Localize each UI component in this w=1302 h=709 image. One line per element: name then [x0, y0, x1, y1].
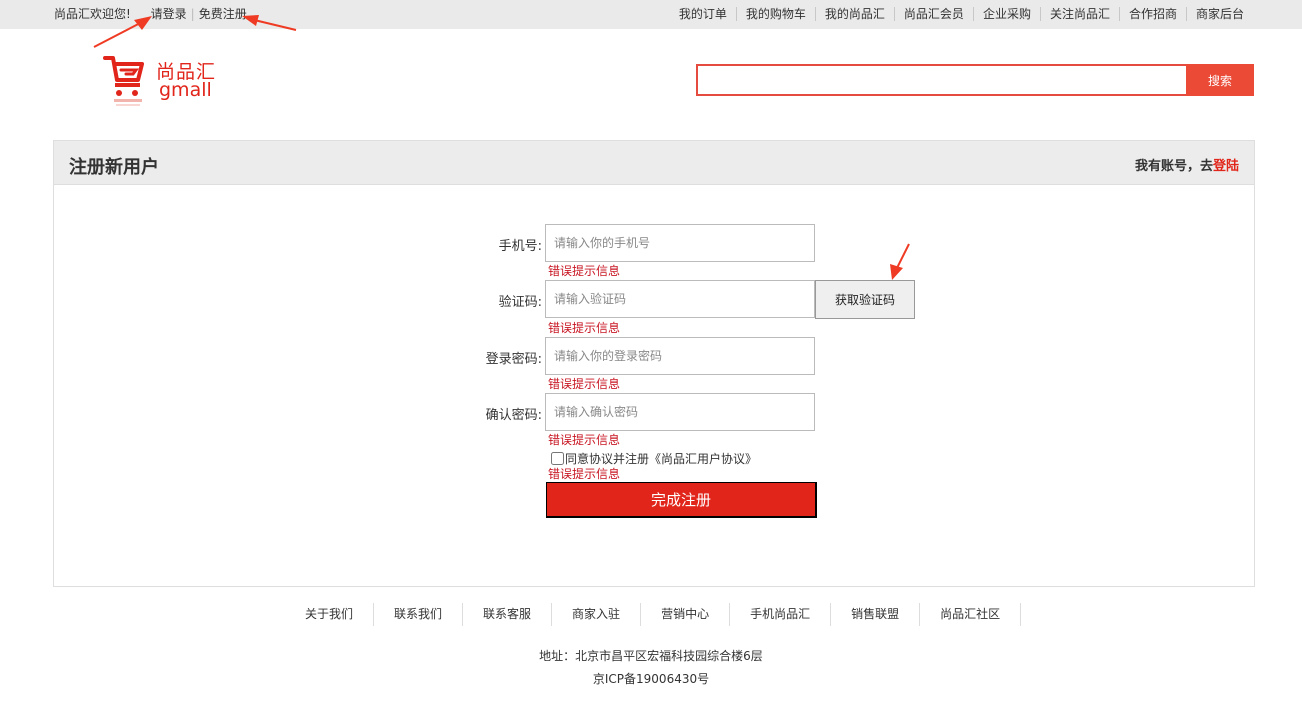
- nav-follow[interactable]: 关注尚品汇: [1039, 7, 1119, 21]
- confirm-password-error: 错误提示信息: [548, 433, 621, 447]
- code-label: 验证码:: [498, 295, 542, 310]
- nav-my-cart[interactable]: 我的购物车: [735, 7, 815, 21]
- shopping-cart-icon: [103, 56, 144, 106]
- search-input[interactable]: [698, 66, 1186, 94]
- agree-checkbox[interactable]: [551, 452, 564, 465]
- confirm-password-label: 确认密码:: [485, 408, 542, 423]
- nav-member[interactable]: 尚品汇会员: [893, 7, 973, 21]
- footer-link-marketing[interactable]: 营销中心: [641, 603, 731, 626]
- nav-my-gmall[interactable]: 我的尚品汇: [814, 7, 894, 21]
- get-code-button[interactable]: 获取验证码: [815, 280, 915, 319]
- footer-address: 地址：北京市昌平区宏福科技园综合楼6层: [539, 649, 763, 663]
- welcome-text: 尚品汇欢迎您!: [54, 7, 131, 21]
- footer-link-community[interactable]: 尚品汇社区: [920, 603, 1022, 626]
- submit-register-button[interactable]: 完成注册: [546, 482, 817, 518]
- footer-icp: 京ICP备19006430号: [592, 672, 710, 686]
- footer-link-contact[interactable]: 联系我们: [374, 603, 464, 626]
- nav-my-orders[interactable]: 我的订单: [670, 7, 736, 21]
- page-title: 注册新用户: [69, 157, 159, 178]
- goto-login-link[interactable]: 登陆: [1213, 159, 1239, 174]
- top-bar: 尚品汇欢迎您! 请登录 | 免费注册 我的订单 我的购物车 我的尚品汇 尚品汇会员 …: [0, 0, 1302, 29]
- login-link[interactable]: 请登录: [151, 7, 187, 21]
- register-panel: 注册新用户 我有账号，去登陆 手机号: 错误提示信息 验证码: 获取验证码 错误…: [53, 140, 1255, 587]
- password-error: 错误提示信息: [548, 377, 621, 391]
- register-link[interactable]: 免费注册: [199, 7, 247, 21]
- footer-link-service[interactable]: 联系客服: [463, 603, 553, 626]
- nav-enterprise[interactable]: 企业采购: [972, 7, 1040, 21]
- search-bar: 搜索: [696, 64, 1254, 96]
- confirm-password-input[interactable]: [545, 393, 815, 431]
- footer-link-about[interactable]: 关于我们: [285, 603, 375, 626]
- nav-partner[interactable]: 合作招商: [1118, 7, 1186, 21]
- phone-label: 手机号:: [498, 239, 542, 254]
- password-input[interactable]: [545, 337, 815, 375]
- logo[interactable]: 尚品汇 gmall: [102, 52, 232, 112]
- code-error: 错误提示信息: [548, 321, 621, 335]
- logo-text-en: gmall: [159, 79, 212, 101]
- code-input[interactable]: [545, 280, 815, 318]
- have-account-text: 我有账号，去: [1134, 159, 1213, 174]
- top-bar-left: 尚品汇欢迎您! 请登录 | 免费注册: [54, 7, 247, 21]
- password-label: 登录密码:: [485, 352, 542, 367]
- agree-error: 错误提示信息: [548, 467, 621, 481]
- footer-links: 关于我们 联系我们 联系客服 商家入驻 营销中心 手机尚品汇 销售联盟 尚品汇社…: [285, 603, 1022, 626]
- phone-input[interactable]: [545, 224, 815, 262]
- footer-link-mobile[interactable]: 手机尚品汇: [730, 603, 832, 626]
- phone-error: 错误提示信息: [548, 264, 621, 278]
- footer-link-alliance[interactable]: 销售联盟: [831, 603, 921, 626]
- top-nav: 我的订单 我的购物车 我的尚品汇 尚品汇会员 企业采购 关注尚品汇 合作招商 商…: [670, 7, 1244, 21]
- have-account: 我有账号，去登陆: [1135, 155, 1239, 174]
- divider: |: [190, 7, 195, 21]
- register-header: 注册新用户 我有账号，去登陆: [54, 141, 1254, 185]
- search-button[interactable]: 搜索: [1186, 64, 1254, 96]
- footer-link-merchant[interactable]: 商家入驻: [552, 603, 642, 626]
- nav-merchant[interactable]: 商家后台: [1185, 7, 1244, 21]
